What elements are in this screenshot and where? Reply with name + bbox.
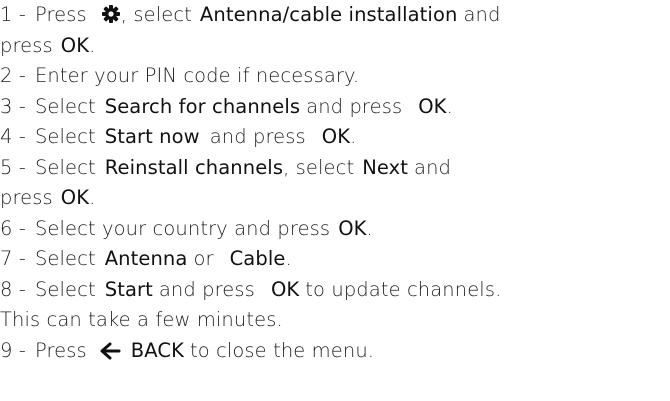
step-5-text-and: and (414, 155, 452, 179)
step-8-start: Start (104, 277, 153, 301)
step-5-text-select-2: , select (283, 155, 355, 179)
step-8-text-update: to update channels. (305, 277, 502, 301)
step-4-text-and-press: and press (209, 125, 306, 148)
step-2-number: 2 - (0, 64, 26, 87)
step-6-period: . (366, 216, 373, 240)
step-7-number: 7 - (0, 247, 26, 270)
step-3: 3 - Select Search for channels and press OK. (0, 92, 668, 123)
step-1-text-select: , select (120, 3, 192, 26)
step-3-text-select: Select (34, 94, 96, 118)
step-5-continued: press OK. (0, 183, 668, 214)
step-1-text-and: and (463, 3, 501, 26)
step-7-text-select: Select (34, 247, 96, 270)
step-7-period: . (285, 247, 292, 270)
step-3-text-and-press: and press (306, 94, 403, 118)
step-8-text-minutes: This can take a few minutes. (0, 308, 283, 331)
step-4-start-now: Start now (104, 125, 200, 148)
step-1-period: . (89, 33, 96, 57)
step-2: 2 - Enter your PIN code if necessary. (0, 61, 668, 92)
step-4-number: 4 - (0, 125, 26, 148)
step-4-text-select: Select (34, 125, 96, 148)
step-7-antenna: Antenna (104, 247, 188, 270)
step-8-ok: OK (270, 277, 300, 301)
step-8-number: 8 - (0, 277, 26, 301)
step-9: 9 - Press BACK to close the menu. (0, 336, 668, 367)
step-8: 8 - Select Start and press OK to update chann… (0, 275, 668, 306)
step-6-number: 6 - (0, 216, 26, 240)
step-5-number: 5 - (0, 155, 26, 179)
step-6: 6 - Select your country and press OK. (0, 214, 668, 245)
step-8-text-select: Select (34, 277, 96, 301)
step-5-next: Next (362, 155, 409, 179)
step-5-reinstall-channels: Reinstall channels (104, 155, 284, 179)
step-6-text: Select your country and press (34, 216, 331, 240)
step-3-search-for-channels: Search for channels (104, 94, 301, 118)
step-1-number: 1 - (0, 3, 26, 26)
step-3-number: 3 - (0, 94, 26, 118)
back-arrow-icon (99, 339, 121, 370)
step-3-period: . (446, 94, 453, 118)
step-4-ok: OK (321, 125, 351, 148)
step-5-ok: OK (60, 186, 90, 209)
step-7: 7 - Select Antenna or Cable. (0, 244, 668, 275)
step-9-text-press: Press (34, 338, 87, 362)
step-5: 5 - Select Reinstall channels, select Next a… (0, 153, 668, 184)
step-9-back: BACK (130, 338, 184, 362)
step-8-continued: This can take a few minutes. (0, 305, 668, 336)
step-4-period: . (350, 125, 357, 148)
step-1-ok: OK (60, 33, 90, 57)
gear-icon (101, 3, 121, 34)
step-7-cable: Cable (229, 247, 286, 270)
step-1-text-press-2: press (0, 33, 53, 57)
step-6-ok: OK (338, 216, 367, 240)
step-1-text-press: Press (34, 3, 87, 26)
step-7-text-or: or (193, 247, 214, 270)
step-5-text-press: press (0, 186, 53, 209)
step-4: 4 - Select Start now and press OK. (0, 122, 668, 153)
step-1-continued: press OK. (0, 31, 668, 62)
step-1-antenna-cable-installation: Antenna/cable installation (199, 3, 458, 26)
step-8-text-and-press: and press (158, 277, 255, 301)
step-9-text-close: to close the menu. (189, 338, 375, 362)
step-2-text: Enter your PIN code if necessary. (34, 64, 360, 87)
step-5-period: . (89, 186, 96, 209)
step-1: 1 - Press , select Antenna/cable installati… (0, 0, 668, 31)
step-5-text-select: Select (34, 155, 96, 179)
instructions: 1 - Press , select Antenna/cable installati… (0, 0, 668, 366)
step-9-number: 9 - (0, 338, 26, 362)
step-3-ok: OK (418, 94, 447, 118)
